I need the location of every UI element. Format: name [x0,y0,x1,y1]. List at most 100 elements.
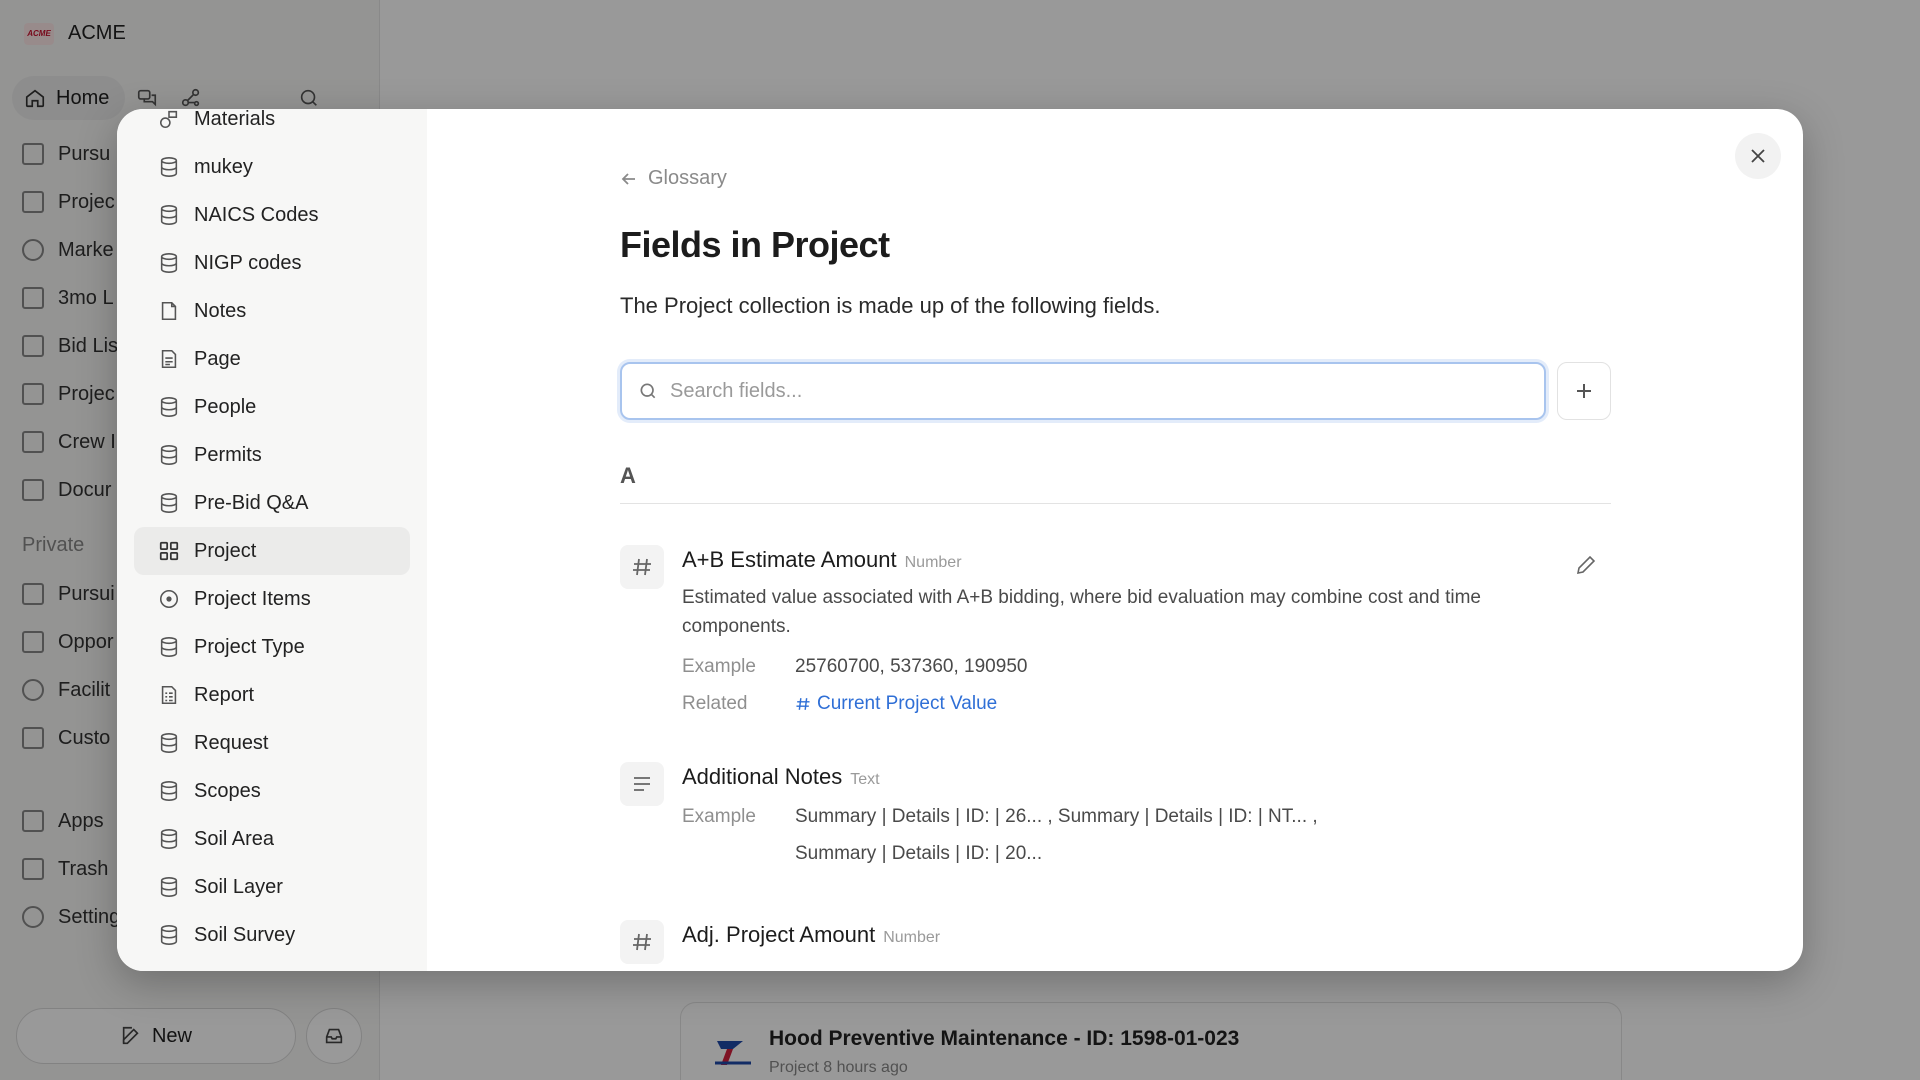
example-values: Summary | Details | ID: | 26... , Summar… [795,806,1318,827]
close-button[interactable] [1735,133,1781,179]
collection-item[interactable]: Permits [134,431,410,479]
field-name-label: Adj. Project Amount [682,922,876,947]
example-label: Example [682,806,756,827]
collection-label: mukey [194,155,253,178]
circle-dot-icon [158,588,180,610]
database-icon [158,924,180,946]
collection-label: Soil Layer [194,875,283,898]
collection-label: Project Type [194,635,305,658]
field-item: A+B Estimate Amount Number Estimated valu… [620,545,1611,715]
glossary-content: Glossary Fields in Project The Project c… [620,109,1611,971]
collections-sidebar: Materials mukey NAICS Codes NIGP codes Notes… [117,109,427,971]
collection-label: People [194,395,257,418]
database-icon [158,492,180,514]
materials-icon [158,109,180,130]
collection-item[interactable]: Request [134,719,410,767]
collection-label: Permits [194,443,262,466]
field-name-label: Additional Notes [682,764,843,789]
collection-item[interactable]: NAICS Codes [134,191,410,239]
collection-item[interactable]: Soil Survey [134,911,410,959]
database-icon [158,156,180,178]
database-icon [158,444,180,466]
collection-item[interactable]: People [134,383,410,431]
page-title: Fields in Project [620,224,890,265]
related-field-link[interactable]: Current Project Value [795,693,997,715]
page-icon [158,348,180,370]
database-icon [158,780,180,802]
pencil-icon[interactable] [1574,553,1598,577]
field-name[interactable]: Additional Notes Text [682,764,880,790]
collection-label: NIGP codes [194,251,302,274]
field-item: Additional Notes Text Example Summary | D… [620,762,1611,882]
database-icon [158,636,180,658]
close-icon [1751,149,1765,163]
field-name-label: A+B Estimate Amount [682,547,897,572]
collection-label: Soil Survey [194,923,296,946]
collection-item[interactable]: Subcontract [134,959,410,971]
arrow-left-icon [621,172,635,185]
page-subtitle: The Project collection is made up of the… [620,293,1161,318]
collection-item[interactable]: Project Type [134,623,410,671]
plus-icon [1577,384,1591,398]
collection-item[interactable]: Report [134,671,410,719]
section-divider [620,503,1611,504]
example-label: Example [682,656,756,677]
collection-item[interactable]: NIGP codes [134,239,410,287]
example-values: Summary | Details | ID: | 20... [795,843,1043,864]
collection-label: Notes [194,299,247,322]
database-icon [158,876,180,898]
collection-item[interactable]: Soil Layer [134,863,410,911]
collection-label: NAICS Codes [194,203,319,226]
hash-icon [620,920,664,964]
field-description: Estimated value associated with A+B bidd… [682,587,1481,637]
example-values: 25760700, 537360, 190950 [795,656,1028,677]
field-name[interactable]: Adj. Project Amount Number [682,922,940,948]
database-icon [158,396,180,418]
hash-icon [796,698,810,710]
collection-item[interactable]: mukey [134,143,410,191]
collection-label: Request [194,731,269,754]
collection-item[interactable]: Page [134,335,410,383]
related-field-label: Current Project Value [817,693,998,714]
collection-label: Report [194,683,255,706]
note-icon [158,300,180,322]
related-label: Related [682,693,748,714]
search-input[interactable] [670,379,1490,403]
field-type: Number [883,929,941,946]
collection-label: Project [194,539,257,562]
database-icon [158,252,180,274]
collection-item[interactable]: Pre-Bid Q&A [134,479,410,527]
report-icon [158,684,180,706]
field-type: Number [904,554,962,571]
collection-item[interactable]: Soil Area [134,815,410,863]
collection-item[interactable]: Project Items [134,575,410,623]
glossary-modal: Materials mukey NAICS Codes NIGP codes Notes… [117,109,1803,971]
collection-item[interactable]: Materials [134,109,410,143]
collection-label: Project Items [194,587,311,610]
collection-label: Scopes [194,779,261,802]
field-name[interactable]: A+B Estimate Amount Number [682,547,962,573]
hash-icon [620,545,664,589]
collection-item[interactable]: Notes [134,287,410,335]
database-icon [158,732,180,754]
breadcrumb-label: Glossary [648,167,727,189]
text-lines-icon [620,762,664,806]
database-icon [158,204,180,226]
collection-label: Soil Area [194,827,275,850]
collections-list: Materials mukey NAICS Codes NIGP codes Notes… [134,109,410,971]
collection-label: Materials [194,109,276,130]
field-item: Adj. Project Amount Number [620,920,1611,971]
search-field[interactable] [620,362,1546,420]
field-type: Text [850,771,880,788]
grid-icon [158,540,180,562]
database-icon [158,828,180,850]
collection-item[interactable]: Project [134,527,410,575]
search-icon [640,383,656,399]
add-field-button[interactable] [1557,362,1611,420]
collection-label: Pre-Bid Q&A [194,491,309,514]
collection-item[interactable]: Scopes [134,767,410,815]
section-letter: A [620,463,636,488]
collection-label: Page [194,347,241,370]
related-values: Current Project Value [795,693,997,718]
breadcrumb[interactable]: Glossary [620,167,727,190]
